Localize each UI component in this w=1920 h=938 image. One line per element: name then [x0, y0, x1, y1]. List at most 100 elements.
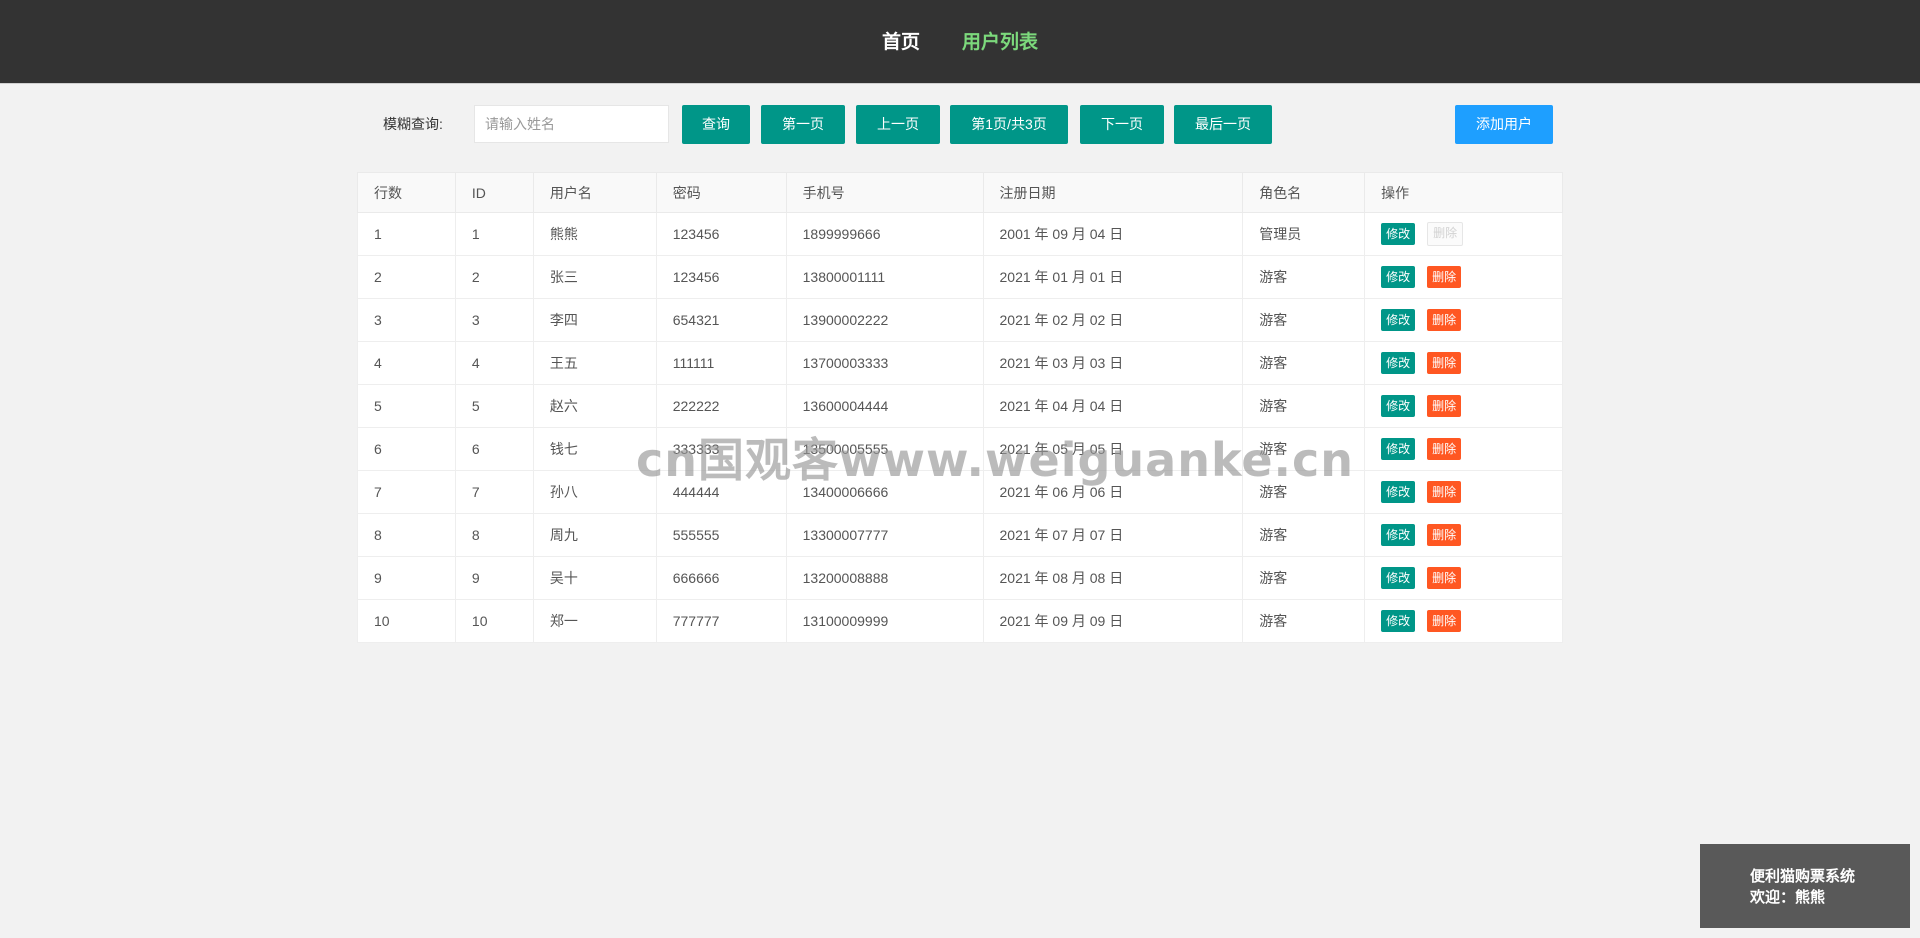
- cell-role: 游客: [1242, 513, 1366, 557]
- last-page-button[interactable]: 最后一页: [1174, 105, 1272, 144]
- page-info-button[interactable]: 第1页/共3页: [950, 105, 1068, 144]
- cell-username: 赵六: [532, 384, 657, 428]
- cell-username: 吴十: [532, 556, 657, 600]
- table-row: 3 3 李四 654321 13900002222 2021 年 02 月 02 日游客修…: [357, 298, 1563, 342]
- cell-username: 郑一: [532, 599, 657, 643]
- cell-id: 10: [454, 599, 534, 643]
- cell-register-date: 2021 年 04 月 04 日: [982, 384, 1244, 428]
- edit-button[interactable]: 修改: [1381, 438, 1416, 460]
- delete-button[interactable]: 删除: [1427, 481, 1462, 503]
- delete-button[interactable]: 删除: [1427, 266, 1462, 288]
- cell-register-date: 2021 年 08 月 08 日: [982, 556, 1244, 600]
- cell-password: 222222: [655, 384, 787, 428]
- table-row: 1 1 熊熊 123456 1899999666 2001 年 09 月 04 日管理员修…: [357, 212, 1563, 256]
- cell-actions: 修改 删除: [1364, 298, 1563, 342]
- cell-register-date: 2021 年 07 月 07 日: [982, 513, 1244, 557]
- edit-button[interactable]: 修改: [1381, 567, 1416, 589]
- table-row: 10 10 郑一 777777 13100009999 2021 年 09 月 09 日游…: [357, 599, 1563, 643]
- cell-role: 游客: [1242, 341, 1366, 385]
- cell-id: 3: [454, 298, 534, 342]
- cell-password: 555555: [655, 513, 787, 557]
- delete-button[interactable]: 删除: [1427, 352, 1462, 374]
- first-page-button[interactable]: 第一页: [761, 105, 845, 144]
- edit-button[interactable]: 修改: [1381, 524, 1416, 546]
- edit-button[interactable]: 修改: [1381, 352, 1416, 374]
- cell-password: 123456: [655, 212, 787, 256]
- cell-actions: 修改 删除: [1364, 556, 1563, 600]
- next-page-button[interactable]: 下一页: [1080, 105, 1164, 144]
- cell-phone: 13100009999: [785, 599, 984, 643]
- table-row: 6 6 钱七 333333 13500005555 2021 年 05 月 05 日游客修…: [357, 427, 1563, 471]
- cell-phone: 13400006666: [785, 470, 984, 514]
- cell-username: 张三: [532, 255, 657, 299]
- cell-register-date: 2021 年 09 月 09 日: [982, 599, 1244, 643]
- cell-username: 周九: [532, 513, 657, 557]
- cell-register-date: 2021 年 05 月 05 日: [982, 427, 1244, 471]
- cell-role: 游客: [1242, 599, 1366, 643]
- cell-row-number: 4: [357, 341, 456, 385]
- prev-page-button[interactable]: 上一页: [856, 105, 940, 144]
- cell-username: 李四: [532, 298, 657, 342]
- header-role: 角色名: [1242, 172, 1366, 213]
- cell-password: 111111: [655, 341, 787, 385]
- cell-actions: 修改 删除: [1364, 427, 1563, 471]
- cell-actions: 修改 删除: [1364, 255, 1563, 299]
- header-id: ID: [454, 172, 534, 213]
- cell-actions: 修改 删除: [1364, 599, 1563, 643]
- cell-id: 9: [454, 556, 534, 600]
- header-register-date: 注册日期: [982, 172, 1244, 213]
- user-table: 行数 ID 用户名 密码 手机号 注册日期 角色名 操作 1 1 熊熊 123456 1…: [357, 172, 1563, 643]
- top-navbar: 首页 用户列表: [0, 0, 1920, 84]
- cell-username: 王五: [532, 341, 657, 385]
- table-header-row: 行数 ID 用户名 密码 手机号 注册日期 角色名 操作: [357, 172, 1563, 213]
- nav-home-link[interactable]: 首页: [882, 31, 920, 55]
- table-row: 5 5 赵六 222222 13600004444 2021 年 04 月 04 日游客修…: [357, 384, 1563, 428]
- delete-button[interactable]: 删除: [1427, 309, 1462, 331]
- cell-password: 654321: [655, 298, 787, 342]
- edit-button[interactable]: 修改: [1381, 266, 1416, 288]
- cell-row-number: 8: [357, 513, 456, 557]
- cell-username: 熊熊: [532, 212, 657, 256]
- delete-button: 删除: [1427, 222, 1464, 246]
- cell-row-number: 1: [357, 212, 456, 256]
- cell-id: 2: [454, 255, 534, 299]
- delete-button[interactable]: 删除: [1427, 610, 1462, 632]
- cell-row-number: 2: [357, 255, 456, 299]
- edit-button[interactable]: 修改: [1381, 223, 1416, 245]
- header-password: 密码: [655, 172, 787, 213]
- cell-actions: 修改 删除: [1364, 384, 1563, 428]
- cell-username: 孙八: [532, 470, 657, 514]
- cell-password: 777777: [655, 599, 787, 643]
- table-row: 9 9 吴十 666666 13200008888 2021 年 08 月 08 日游客修…: [357, 556, 1563, 600]
- delete-button[interactable]: 删除: [1427, 438, 1462, 460]
- delete-button[interactable]: 删除: [1427, 395, 1462, 417]
- cell-actions: 修改 删除: [1364, 212, 1563, 256]
- nav-user-list-link[interactable]: 用户列表: [962, 31, 1038, 55]
- search-label: 模糊查询:: [383, 116, 443, 132]
- edit-button[interactable]: 修改: [1381, 309, 1416, 331]
- cell-row-number: 7: [357, 470, 456, 514]
- edit-button[interactable]: 修改: [1381, 481, 1416, 503]
- cell-role: 游客: [1242, 556, 1366, 600]
- cell-password: 333333: [655, 427, 787, 471]
- edit-button[interactable]: 修改: [1381, 610, 1416, 632]
- query-button[interactable]: 查询: [682, 105, 750, 144]
- cell-password: 123456: [655, 255, 787, 299]
- delete-button[interactable]: 删除: [1427, 524, 1462, 546]
- system-info-box: 便利猫购票系统 欢迎：熊熊: [1700, 844, 1910, 928]
- cell-id: 5: [454, 384, 534, 428]
- table-row: 7 7 孙八 444444 13400006666 2021 年 06 月 06 日游客修…: [357, 470, 1563, 514]
- cell-row-number: 6: [357, 427, 456, 471]
- cell-register-date: 2021 年 01 月 01 日: [982, 255, 1244, 299]
- cell-phone: 13500005555: [785, 427, 984, 471]
- edit-button[interactable]: 修改: [1381, 395, 1416, 417]
- header-phone: 手机号: [785, 172, 984, 213]
- cell-phone: 13200008888: [785, 556, 984, 600]
- search-input[interactable]: [474, 105, 669, 143]
- cell-row-number: 9: [357, 556, 456, 600]
- add-user-button[interactable]: 添加用户: [1455, 105, 1553, 144]
- table-row: 2 2 张三 123456 13800001111 2021 年 01 月 01 日游客修…: [357, 255, 1563, 299]
- cell-role: 游客: [1242, 470, 1366, 514]
- delete-button[interactable]: 删除: [1427, 567, 1462, 589]
- cell-username: 钱七: [532, 427, 657, 471]
